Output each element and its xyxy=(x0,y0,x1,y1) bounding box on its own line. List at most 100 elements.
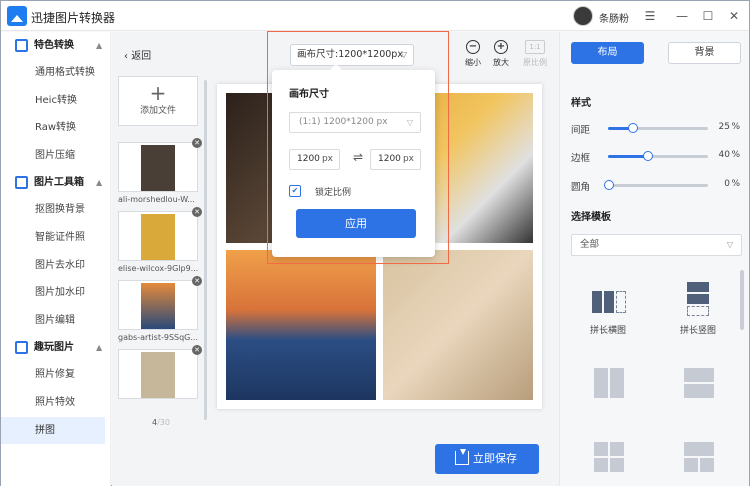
title-bar: 迅捷图片转换器 条肠粉 ☰ — ☐ ✕ xyxy=(1,1,749,31)
corner-label: 圆角 xyxy=(571,182,591,193)
back-button[interactable]: ‹ 返回 xyxy=(124,47,151,62)
file-name: gabs-artist-9SSqG... xyxy=(118,333,198,342)
maximize-icon[interactable]: ☐ xyxy=(699,7,717,25)
spacing-unit: % xyxy=(731,122,740,132)
corner-slider[interactable] xyxy=(604,180,708,190)
template-horizontal[interactable]: 拼长横图 xyxy=(584,289,632,336)
fun-image-icon xyxy=(15,341,28,355)
slider-knob[interactable] xyxy=(643,151,653,161)
corner-unit: % xyxy=(731,179,740,189)
corner-value: 0 xyxy=(724,179,730,189)
template-grid-3b[interactable] xyxy=(684,442,714,472)
sidebar-group-label: 趣玩图片 xyxy=(34,342,74,354)
file-name: elise-wilcox-9Glp9... xyxy=(118,264,198,273)
add-file-label: 添加文件 xyxy=(139,106,176,116)
horizontal-stitch-icon xyxy=(588,289,628,317)
border-value: 40 xyxy=(718,150,730,160)
slider-knob[interactable] xyxy=(628,123,638,133)
minimize-icon[interactable]: — xyxy=(673,7,691,25)
sidebar: 特色转换 ▲ 通用格式转换 Heic转换 Raw转换 图片压缩 图片工具箱 ▲ … xyxy=(1,32,111,486)
sidebar-item-add-watermark[interactable]: 图片加水印 xyxy=(1,279,110,307)
spacing-value: 25 xyxy=(718,122,730,132)
style-heading: 样式 xyxy=(571,98,591,109)
app-window: 迅捷图片转换器 条肠粉 ☰ — ☐ ✕ 特色转换 ▲ 通用格式转换 Heic转换… xyxy=(0,0,750,486)
zoom-out-button[interactable]: − 缩小 xyxy=(460,40,486,68)
original-ratio-button[interactable]: 1:1 原比例 xyxy=(522,40,548,68)
sidebar-item-edit[interactable]: 图片编辑 xyxy=(1,307,110,335)
tab-layout[interactable]: 布局 xyxy=(571,42,644,64)
tab-background[interactable]: 背景 xyxy=(668,42,741,64)
remove-icon[interactable]: ✕ xyxy=(192,207,202,217)
sidebar-item-compress[interactable]: 图片压缩 xyxy=(1,142,110,170)
template-label: 拼长竖图 xyxy=(679,326,716,336)
file-list: + 添加文件 ✕ ali-morshedlou-W... ✕ elise-wil… xyxy=(118,76,202,446)
file-thumbnail[interactable]: ✕ xyxy=(118,138,202,192)
sidebar-group-label: 图片工具箱 xyxy=(34,177,84,189)
border-unit: % xyxy=(731,150,740,160)
file-thumbnail[interactable]: ✕ xyxy=(118,345,202,399)
sidebar-item-id-photo[interactable]: 智能证件照 xyxy=(1,224,110,252)
sidebar-item-format-convert[interactable]: 通用格式转换 xyxy=(1,59,110,87)
chevron-up-icon: ▲ xyxy=(96,41,103,50)
template-scrollbar[interactable] xyxy=(740,270,744,330)
spacing-slider[interactable] xyxy=(608,123,708,133)
chevron-down-icon: ▽ xyxy=(726,240,733,249)
sidebar-item-repair[interactable]: 照片修复 xyxy=(1,361,110,389)
sidebar-group-toolbox[interactable]: 图片工具箱 ▲ xyxy=(1,169,110,196)
download-icon xyxy=(455,449,469,465)
collage-photo-3[interactable] xyxy=(226,250,376,400)
remove-icon[interactable]: ✕ xyxy=(192,276,202,286)
zoom-in-label: 放大 xyxy=(493,58,509,67)
add-file-button[interactable]: + 添加文件 xyxy=(118,76,198,126)
main-area: ‹ 返回 画布尺寸:1200*1200px ▽ − 缩小 + 放大 1:1 原比… xyxy=(112,31,559,486)
original-ratio-label: 原比例 xyxy=(523,58,547,67)
collage-photo-4[interactable] xyxy=(383,250,533,400)
chevron-up-icon: ▲ xyxy=(96,343,103,353)
username[interactable]: 条肠粉 xyxy=(599,10,629,25)
ratio-icon: 1:1 xyxy=(525,40,545,54)
file-count: 4/30 xyxy=(152,418,170,427)
zoom-in-button[interactable]: + 放大 xyxy=(488,40,514,68)
template-grid-3a[interactable] xyxy=(594,442,624,472)
sidebar-group-fun[interactable]: 趣玩图片 ▲ xyxy=(1,334,110,361)
menu-icon[interactable]: ☰ xyxy=(641,7,659,25)
file-list-scrollbar[interactable] xyxy=(204,80,207,420)
thumbnail-image xyxy=(141,145,175,191)
sidebar-item-collage[interactable]: 拼图 xyxy=(1,416,105,445)
file-thumbnail[interactable]: ✕ xyxy=(118,276,202,330)
toolbox-icon xyxy=(15,176,28,190)
template-grid-2col[interactable] xyxy=(594,368,624,398)
thumbnail-image xyxy=(141,214,175,260)
template-label: 拼长横图 xyxy=(589,326,626,336)
sidebar-item-cutout[interactable]: 抠图换背景 xyxy=(1,196,110,224)
file-count-total: /30 xyxy=(157,418,170,427)
sidebar-group-special-convert[interactable]: 特色转换 ▲ xyxy=(1,32,110,59)
app-title: 迅捷图片转换器 xyxy=(31,11,116,25)
zoom-out-label: 缩小 xyxy=(465,58,481,67)
vertical-stitch-icon xyxy=(678,282,718,317)
sidebar-item-effects[interactable]: 照片特效 xyxy=(1,389,110,417)
file-name: ali-morshedlou-W... xyxy=(118,195,195,204)
close-icon[interactable]: ✕ xyxy=(725,7,743,25)
thumbnail-image xyxy=(141,352,175,398)
save-label: 立即保存 xyxy=(473,452,517,465)
save-button[interactable]: 立即保存 xyxy=(435,444,539,474)
file-thumbnail[interactable]: ✕ xyxy=(118,207,202,261)
zoom-in-icon: + xyxy=(494,40,508,54)
slider-knob[interactable] xyxy=(604,180,614,190)
convert-icon xyxy=(15,39,28,52)
sidebar-item-raw[interactable]: Raw转换 xyxy=(1,114,110,142)
border-slider[interactable] xyxy=(608,151,708,161)
remove-icon[interactable]: ✕ xyxy=(192,138,202,148)
slider-fill xyxy=(608,155,648,158)
remove-icon[interactable]: ✕ xyxy=(192,345,202,355)
template-vertical[interactable]: 拼长竖图 xyxy=(674,282,722,336)
back-label: 返回 xyxy=(131,51,152,62)
highlight-frame xyxy=(267,31,449,264)
zoom-out-icon: − xyxy=(466,40,480,54)
template-grid-2row[interactable] xyxy=(684,368,714,398)
avatar[interactable] xyxy=(573,6,593,26)
sidebar-item-remove-watermark[interactable]: 图片去水印 xyxy=(1,252,110,280)
template-filter-select[interactable]: 全部 ▽ xyxy=(571,234,742,256)
sidebar-item-heic[interactable]: Heic转换 xyxy=(1,87,110,115)
